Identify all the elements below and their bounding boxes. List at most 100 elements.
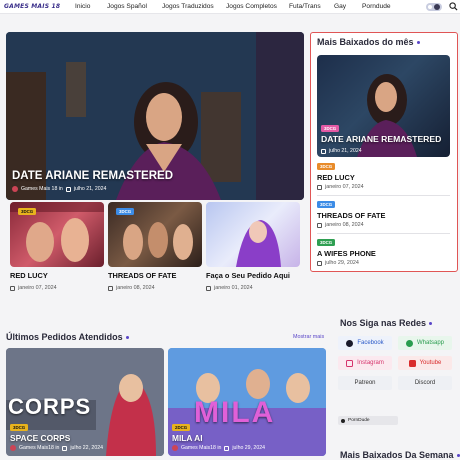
calendar-icon xyxy=(62,445,68,451)
hero-meta: Games Mais 18 in julho 21, 2024 xyxy=(12,186,106,192)
top-nav: GAMES MAIS 18 Inicio Jogos Spañol Jogos … xyxy=(0,0,460,14)
whatsapp-label: Whatsapp xyxy=(416,340,444,346)
monthly-top-widget: Mais Baixados do mês 3DCG DATE ARIANE RE… xyxy=(310,32,458,272)
site-logo[interactable]: GAMES MAIS 18 xyxy=(4,3,60,10)
porndude-badge[interactable]: PornDude xyxy=(338,416,398,425)
category-badge: 3DCG xyxy=(317,239,336,246)
calendar-icon xyxy=(317,184,322,190)
accent-dot xyxy=(125,336,129,340)
calendar-icon xyxy=(317,260,322,266)
widget-item-title[interactable]: THREADS OF FATE xyxy=(317,211,385,220)
toggle-dot xyxy=(428,5,432,9)
nav-item-futa-trans[interactable]: Futa/Trans xyxy=(289,3,321,10)
recent-heading: Últimos Pedidos Atendidos xyxy=(6,332,129,342)
card-image-red-lucy[interactable]: 3DCG xyxy=(10,202,104,267)
category-badge: 3DCG xyxy=(10,424,29,431)
divider xyxy=(317,233,450,234)
recent-post-meta: Games Mais18 in julho 22, 2024 xyxy=(10,445,103,451)
author-avatar xyxy=(10,445,16,451)
card-title-faca-pedido[interactable]: Faça o Seu Pedido Aqui xyxy=(206,271,290,280)
dark-mode-toggle[interactable] xyxy=(426,3,442,11)
instagram-link[interactable]: Instagram xyxy=(338,356,392,370)
widget-feature-image[interactable]: 3DCG DATE ARIANE REMASTERED julho 21, 20… xyxy=(317,55,450,157)
widget-item-date-text: julho 29, 2024 xyxy=(325,260,359,266)
widget-item-title[interactable]: A WIFES PHONE xyxy=(317,249,376,258)
discord-label: Discord xyxy=(414,380,436,386)
widget-item-title[interactable]: RED LUCY xyxy=(317,173,355,182)
follow-heading-text: Nos Siga nas Redes xyxy=(340,318,427,328)
nav-item-jogos-spanol[interactable]: Jogos Spañol xyxy=(107,3,147,10)
calendar-icon xyxy=(65,186,71,192)
nav-item-jogos-completos[interactable]: Jogos Completos xyxy=(226,3,277,10)
widget-item-date: janeiro 07, 2024 xyxy=(317,184,364,190)
recent-post-meta: Games Mais18 in julho 29, 2024 xyxy=(172,445,265,451)
accent-dot xyxy=(416,41,420,45)
porndude-icon xyxy=(341,418,345,423)
show-more-link[interactable]: Mostrar mais xyxy=(293,334,324,340)
recent-post-title[interactable]: SPACE CORPS xyxy=(10,433,70,443)
calendar-icon xyxy=(108,285,113,291)
whatsapp-icon xyxy=(405,339,413,347)
nav-item-gay[interactable]: Gay xyxy=(334,3,346,10)
facebook-label: Facebook xyxy=(357,340,384,346)
widget-item-date-text: janeiro 08, 2024 xyxy=(325,222,364,228)
weekly-heading-text: Mais Baixados Da Semana xyxy=(340,450,454,460)
recent-post-author[interactable]: Games Mais18 in xyxy=(181,445,221,451)
widget-feature-meta: julho 21, 2024 xyxy=(321,148,362,154)
calendar-icon xyxy=(321,148,326,154)
facebook-icon xyxy=(346,339,354,347)
card-image-faca-pedido[interactable] xyxy=(206,202,300,267)
calendar-icon xyxy=(206,285,211,291)
widget-feature-date: julho 21, 2024 xyxy=(329,148,362,154)
widget-item-date: janeiro 08, 2024 xyxy=(317,222,364,228)
card-date-text: janeiro 01, 2024 xyxy=(214,285,253,291)
nav-item-inicio[interactable]: Inicio xyxy=(75,3,90,10)
card-title-red-lucy[interactable]: RED LUCY xyxy=(10,271,48,280)
widget-item-date-text: janeiro 07, 2024 xyxy=(325,184,364,190)
calendar-icon xyxy=(10,285,15,291)
recent-post-date: julho 22, 2024 xyxy=(70,445,103,451)
card-image-threads-of-fate[interactable]: 3DCG xyxy=(108,202,202,267)
card-art xyxy=(236,220,281,267)
category-badge: 3DCG xyxy=(18,208,37,215)
search-icon[interactable] xyxy=(449,2,458,11)
nav-item-jogos-traduzidos[interactable]: Jogos Traduzidos xyxy=(162,3,214,10)
hero-author[interactable]: Games Mais 18 in xyxy=(21,186,63,192)
recent-post-title[interactable]: MILA AI xyxy=(172,433,203,443)
card-title-threads-of-fate[interactable]: THREADS OF FATE xyxy=(108,271,176,280)
widget-heading-text: Mais Baixados do mês xyxy=(317,37,414,47)
category-badge: 3DCG xyxy=(321,125,340,132)
recent-post-date: julho 29, 2024 xyxy=(232,445,265,451)
recent-post-mila-ai[interactable]: MILA 2DCG MILA AI Games Mais18 in julho 2… xyxy=(168,348,326,456)
youtube-icon xyxy=(408,359,416,367)
category-badge: 3DCG xyxy=(317,163,336,170)
accent-dot xyxy=(456,454,460,458)
discord-link[interactable]: Discord xyxy=(398,376,452,390)
hero-title[interactable]: DATE ARIANE REMASTERED xyxy=(12,170,173,182)
card-date-text: janeiro 08, 2024 xyxy=(116,285,155,291)
hero-featured-post[interactable]: DATE ARIANE REMASTERED Games Mais 18 in … xyxy=(6,32,304,200)
calendar-icon xyxy=(317,222,322,228)
divider xyxy=(317,195,450,196)
facebook-link[interactable]: Facebook xyxy=(338,336,392,350)
author-avatar xyxy=(12,186,18,192)
widget-feature-title[interactable]: DATE ARIANE REMASTERED xyxy=(321,134,441,144)
patreon-link[interactable]: Patreon xyxy=(338,376,392,390)
youtube-label: Youtube xyxy=(419,360,442,366)
category-badge: 3DCG xyxy=(116,208,135,215)
recent-post-art-text: MILA xyxy=(194,396,276,429)
recent-post-author[interactable]: Games Mais18 in xyxy=(19,445,59,451)
card-date-text: janeiro 07, 2024 xyxy=(18,285,57,291)
accent-dot xyxy=(429,322,433,326)
whatsapp-link[interactable]: Whatsapp xyxy=(398,336,452,350)
recent-heading-text: Últimos Pedidos Atendidos xyxy=(6,332,123,342)
card-date: janeiro 01, 2024 xyxy=(206,285,253,291)
widget-heading: Mais Baixados do mês xyxy=(317,37,420,47)
recent-post-space-corps[interactable]: CORPS 3DCG SPACE CORPS Games Mais18 in ju… xyxy=(6,348,164,456)
card-date: janeiro 08, 2024 xyxy=(108,285,155,291)
card-date: janeiro 07, 2024 xyxy=(10,285,57,291)
recent-post-art-text: CORPS xyxy=(8,394,92,419)
youtube-link[interactable]: Youtube xyxy=(398,356,452,370)
nav-item-porndude[interactable]: Porndude xyxy=(362,3,391,10)
toggle-knob xyxy=(434,4,440,10)
